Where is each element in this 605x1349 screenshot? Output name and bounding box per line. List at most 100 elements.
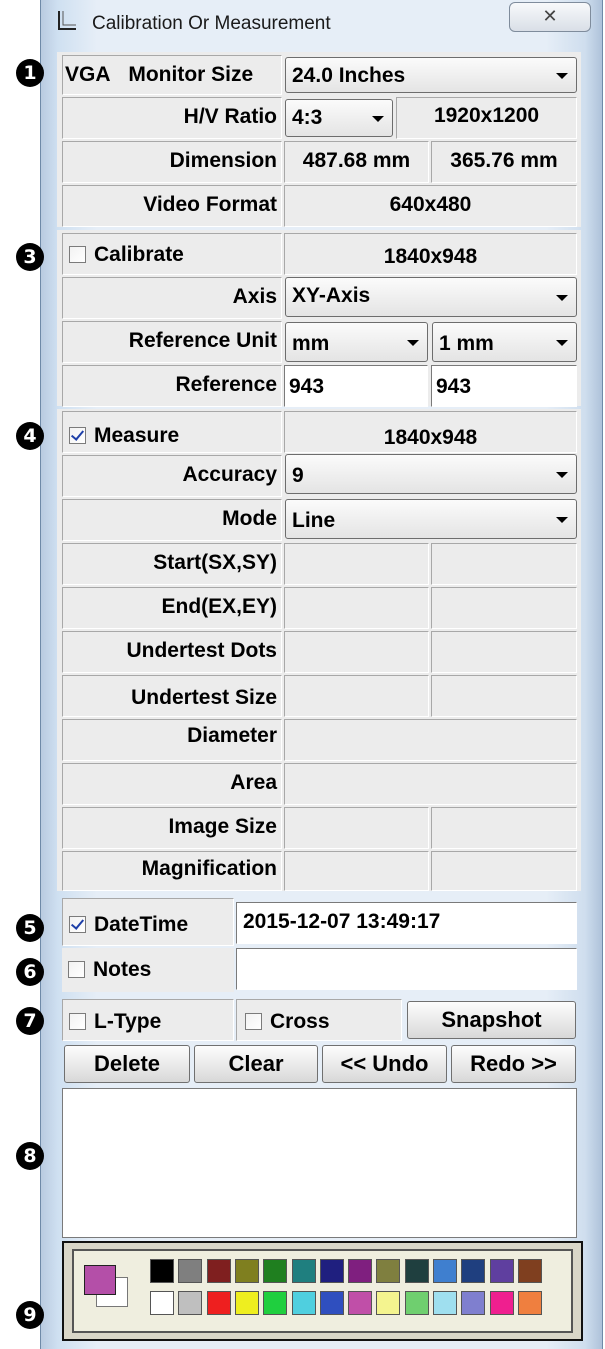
- mode-label: Mode: [62, 499, 282, 541]
- accuracy-label: Accuracy: [62, 455, 282, 497]
- magnification-b-value: [431, 851, 577, 891]
- calibrate-checkbox-row[interactable]: Calibrate: [62, 233, 282, 275]
- color-swatch[interactable]: [291, 1259, 316, 1283]
- undertest-dots-label: Undertest Dots: [62, 631, 282, 673]
- notes-checkbox[interactable]: [68, 961, 85, 978]
- color-swatch[interactable]: [404, 1291, 429, 1315]
- measure-checkbox-row[interactable]: Measure: [62, 411, 282, 453]
- clear-button[interactable]: Clear: [194, 1045, 318, 1083]
- chevron-down-icon: [407, 340, 419, 346]
- color-swatch[interactable]: [178, 1291, 203, 1315]
- video-format-value: 640x480: [284, 185, 577, 227]
- mode-select[interactable]: Line: [285, 499, 577, 539]
- redo-button[interactable]: Redo >>: [451, 1045, 576, 1083]
- color-swatch[interactable]: [376, 1259, 401, 1283]
- undertest-size-b-value: [431, 675, 577, 717]
- reference-x-input[interactable]: 943: [284, 365, 428, 407]
- color-swatch[interactable]: [150, 1259, 174, 1283]
- measure-checkbox[interactable]: [69, 427, 86, 444]
- area-label: Area: [62, 763, 282, 805]
- image-size-label: Image Size: [62, 807, 282, 849]
- axis-value: XY-Axis: [292, 284, 371, 307]
- color-swatch[interactable]: [206, 1259, 231, 1283]
- color-swatch[interactable]: [263, 1291, 288, 1315]
- undertest-size-label: Undertest Size: [62, 675, 282, 717]
- color-swatch[interactable]: [319, 1259, 344, 1283]
- accuracy-select[interactable]: 9: [285, 454, 577, 494]
- color-swatch[interactable]: [291, 1291, 316, 1315]
- undo-button[interactable]: << Undo: [322, 1045, 447, 1083]
- color-swatch[interactable]: [489, 1291, 514, 1315]
- undertest-size-a-value: [284, 675, 429, 717]
- start-label: Start(SX,SY): [62, 543, 282, 585]
- color-swatch[interactable]: [517, 1259, 542, 1283]
- vga-label: VGA: [65, 63, 111, 86]
- delete-button[interactable]: Delete: [64, 1045, 190, 1083]
- marker-5: 5: [16, 914, 44, 942]
- color-swatch[interactable]: [433, 1291, 457, 1315]
- current-foreground-color[interactable]: [84, 1265, 116, 1295]
- color-swatch[interactable]: [348, 1259, 373, 1283]
- datetime-label: DateTime: [94, 913, 189, 936]
- color-swatch[interactable]: [319, 1291, 344, 1315]
- monitor-size-value: 24.0 Inches: [292, 64, 406, 87]
- cross-label: Cross: [270, 1010, 330, 1033]
- datetime-checkbox[interactable]: [69, 916, 86, 933]
- close-button[interactable]: ✕: [509, 2, 591, 32]
- notes-label: Notes: [93, 958, 152, 981]
- marker-9: 9: [16, 1301, 44, 1329]
- chevron-down-icon: [556, 295, 568, 301]
- monitor-size-select[interactable]: 24.0 Inches: [285, 57, 577, 93]
- reference-step-select[interactable]: 1 mm: [432, 322, 577, 362]
- reference-y-input[interactable]: 943: [431, 365, 577, 407]
- datetime-value[interactable]: 2015-12-07 13:49:17: [236, 902, 577, 944]
- dimension-height: 365.76 mm: [431, 141, 577, 183]
- axis-select[interactable]: XY-Axis: [285, 277, 577, 317]
- chevron-down-icon: [556, 340, 568, 346]
- color-swatch[interactable]: [489, 1259, 514, 1283]
- ltype-checkbox-row[interactable]: L-Type: [62, 999, 234, 1041]
- hv-ratio-label: H/V Ratio: [62, 97, 282, 139]
- color-swatch[interactable]: [517, 1291, 542, 1315]
- color-swatch[interactable]: [178, 1259, 203, 1283]
- color-swatch[interactable]: [433, 1259, 457, 1283]
- color-swatch[interactable]: [234, 1291, 259, 1315]
- color-swatch[interactable]: [461, 1291, 486, 1315]
- calibrate-resolution: 1840x948: [284, 233, 577, 275]
- calibrate-label: Calibrate: [94, 243, 184, 266]
- color-swatch[interactable]: [404, 1259, 429, 1283]
- color-swatch[interactable]: [206, 1291, 231, 1315]
- color-swatch[interactable]: [376, 1291, 401, 1315]
- marker-8: 8: [16, 1142, 44, 1170]
- image-size-b-value: [431, 807, 577, 849]
- snapshot-button[interactable]: Snapshot: [407, 1001, 576, 1039]
- magnification-a-value: [284, 851, 429, 891]
- marker-6: 6: [16, 958, 44, 986]
- notes-checkbox-row[interactable]: Notes: [62, 948, 234, 992]
- chevron-down-icon: [556, 517, 568, 523]
- cross-checkbox[interactable]: [245, 1013, 262, 1030]
- app-icon: [58, 11, 76, 30]
- notes-input[interactable]: [236, 948, 577, 990]
- calibrate-checkbox[interactable]: [69, 246, 86, 263]
- diameter-value: [284, 719, 577, 761]
- resolution-value: 1920x1200: [396, 97, 577, 139]
- reference-unit-label: Reference Unit: [62, 321, 282, 363]
- notes-text-area[interactable]: [62, 1088, 577, 1238]
- color-swatch[interactable]: [348, 1291, 373, 1315]
- chevron-down-icon: [556, 472, 568, 478]
- ltype-checkbox[interactable]: [69, 1013, 86, 1030]
- color-swatch[interactable]: [234, 1259, 259, 1283]
- hv-ratio-select[interactable]: 4:3: [285, 99, 393, 137]
- color-swatch[interactable]: [263, 1259, 288, 1283]
- color-swatch[interactable]: [150, 1291, 174, 1315]
- color-swatch[interactable]: [461, 1259, 486, 1283]
- color-palette-inner: [72, 1249, 573, 1333]
- reference-step-value: 1 mm: [439, 332, 494, 355]
- chevron-down-icon: [372, 116, 384, 122]
- reference-unit-select[interactable]: mm: [285, 322, 428, 362]
- cross-checkbox-row[interactable]: Cross: [236, 999, 402, 1041]
- datetime-checkbox-row[interactable]: DateTime: [62, 898, 234, 946]
- undertest-dots-b-value: [431, 631, 577, 673]
- undertest-dots-a-value: [284, 631, 429, 673]
